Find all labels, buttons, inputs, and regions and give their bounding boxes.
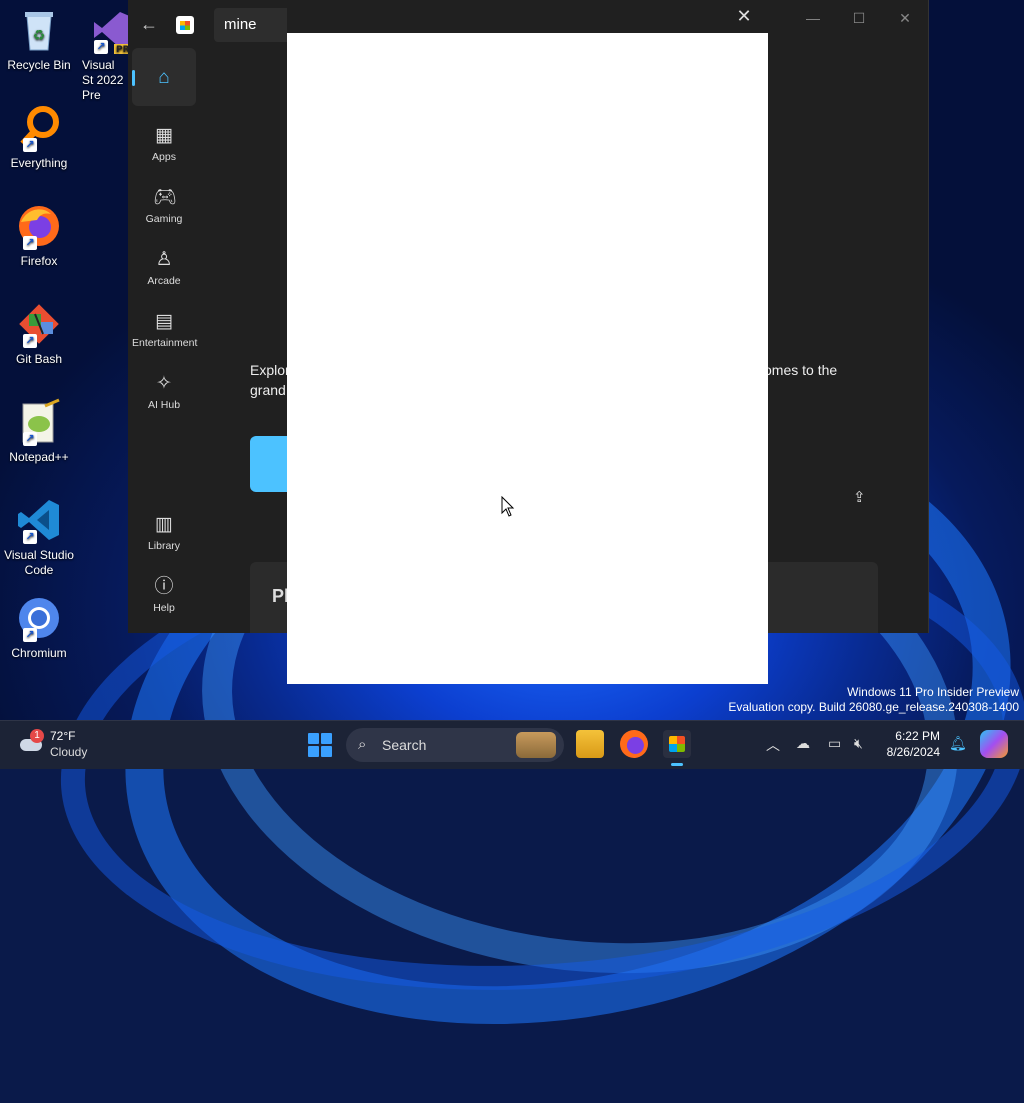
nav-item-apps[interactable]: ▦ Apps [132,114,196,172]
notification-badge: 1 [30,729,44,743]
notepad-plus-plus-icon: ↗ [15,398,63,446]
home-icon: ⌂ [158,67,170,88]
desktop-icon-visual-studio[interactable]: PR ↗ Visual St 2022 Pre [76,0,128,103]
desktop-icon-firefox[interactable]: ↗ Firefox [4,196,74,269]
visual-studio-icon: PR ↗ [90,6,128,55]
bell-icon[interactable]: 🔔︎ [949,735,967,752]
help-icon: ⓘ [154,576,174,597]
back-arrow-icon[interactable]: ← [140,14,160,34]
joystick-icon: ♙ [155,249,173,270]
desktop-icon-chromium[interactable]: ↗ Chromium [4,588,74,661]
clapperboard-icon: ▤ [155,311,173,332]
store-search-input[interactable]: mine [214,8,294,42]
store-logo-icon [176,16,194,34]
search-icon: ⌕ [358,736,367,753]
gamepad-icon: 🎮︎ [153,187,178,208]
volume-muted-icon[interactable]: 🔇︎ [854,735,863,752]
store-taskbar-icon[interactable] [663,730,691,766]
minimize-icon[interactable]: — [798,8,828,28]
clock[interactable]: 6:22 PM 8/26/2024 [884,728,940,760]
everything-icon: ↗ [15,104,63,152]
desktop-icon-recycle-bin[interactable]: ♻ Recycle Bin [4,0,74,73]
dialog-close-icon[interactable]: ✕ [734,6,754,26]
nav-item-home[interactable]: ⌂ [132,48,196,106]
share-icon[interactable]: ⇪ [853,488,871,506]
firefox-taskbar-icon[interactable] [620,730,648,758]
file-explorer-icon[interactable] [576,730,604,758]
svg-text:PR: PR [116,45,128,54]
dialog-titlebar: ✕ [287,0,768,33]
vscode-icon: ↗ [15,496,63,544]
taskbar: 1 72°F Cloudy ⌕ Search ︿ ☁ ▭ 🔇︎ 6:22 PM … [0,720,1024,769]
chevron-up-icon[interactable]: ︿ [766,735,780,755]
nav-item-library[interactable]: ▥ Library [132,503,196,561]
onedrive-icon[interactable]: ☁ [796,735,810,752]
taskbar-search[interactable]: ⌕ Search [346,728,564,762]
nav-item-help[interactable]: ⓘ Help [132,565,196,623]
git-bash-icon: ↗ [15,300,63,348]
maximize-icon[interactable]: ☐ [844,8,874,28]
window-close-icon[interactable]: ✕ [890,8,920,28]
windows-watermark: Windows 11 Pro Insider Preview Evaluatio… [728,685,1019,714]
sparkle-icon: ✧ [156,373,172,394]
recycle-bin-icon: ♻ [15,6,63,54]
apps-icon: ▦ [155,125,173,146]
desktop-icon-everything[interactable]: ↗ Everything [4,98,74,171]
weather-widget[interactable]: 1 72°F Cloudy [14,727,124,763]
blank-dialog: ✕ [287,0,768,684]
desktop-icon-notepad-plus-plus[interactable]: ↗ Notepad++ [4,392,74,465]
nav-item-gaming[interactable]: 🎮︎ Gaming [132,176,196,234]
firefox-icon: ↗ [15,202,63,250]
nav-item-entertainment[interactable]: ▤ Entertainment [132,300,197,358]
desktop-icon-vscode[interactable]: ↗ Visual Studio Code [4,490,74,578]
nav-item-arcade[interactable]: ♙ Arcade [132,238,196,296]
library-icon: ▥ [155,514,173,535]
mouse-cursor-icon [501,496,515,517]
copilot-icon[interactable] [980,730,1008,758]
chromium-icon: ↗ [15,594,63,642]
desktop-icon-git-bash[interactable]: ↗ Git Bash [4,294,74,367]
nav-item-ai-hub[interactable]: ✧ AI Hub [132,362,196,420]
display-icon[interactable]: ▭ [828,735,841,752]
search-highlight-icon [516,732,556,758]
svg-text:♻: ♻ [33,28,46,44]
start-button[interactable] [308,733,332,757]
